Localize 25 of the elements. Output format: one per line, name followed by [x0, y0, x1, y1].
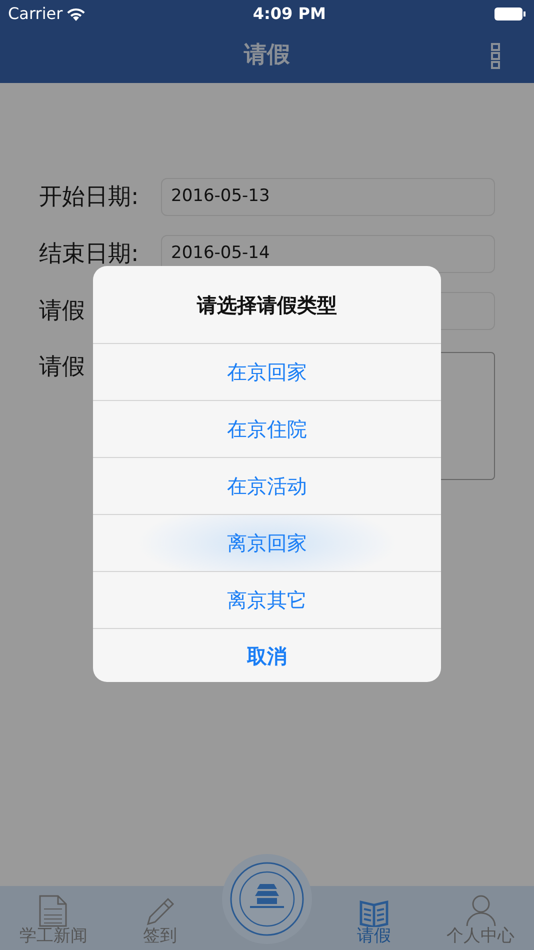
- tab-item[interactable]: 签到: [106, 895, 214, 946]
- wifi-icon: [66, 8, 85, 20]
- input-field[interactable]: 2016-05-13: [161, 178, 495, 216]
- battery-icon: [494, 7, 526, 21]
- field-label: 结束日期:: [39, 240, 140, 269]
- carrier-text: Carrier: [8, 3, 63, 25]
- option-button[interactable]: 在京住院: [93, 400, 441, 457]
- cancel-button[interactable]: 取消: [93, 628, 441, 682]
- book-icon: [358, 899, 389, 928]
- document-icon: [39, 895, 68, 928]
- tab-item[interactable]: 学工新闻: [0, 895, 107, 946]
- field-label: 开始日期:: [39, 182, 140, 212]
- option-button[interactable]: 离京其它: [93, 571, 441, 628]
- field-label: 请假: [39, 353, 86, 382]
- option-button[interactable]: 在京回家: [93, 343, 441, 400]
- status-time: 4:09 PM: [252, 3, 326, 25]
- field-label: 请假: [39, 296, 86, 326]
- dialog-title: 请选择请假类型: [197, 292, 337, 318]
- more-button[interactable]: [491, 42, 501, 68]
- tab-item[interactable]: 请假: [320, 899, 428, 946]
- pencil-icon: [144, 895, 176, 928]
- option-button[interactable]: 离京回家: [93, 514, 441, 571]
- person-icon: [466, 895, 496, 928]
- tab-item[interactable]: 个人中心: [427, 895, 534, 946]
- page-title: 请假: [244, 41, 290, 70]
